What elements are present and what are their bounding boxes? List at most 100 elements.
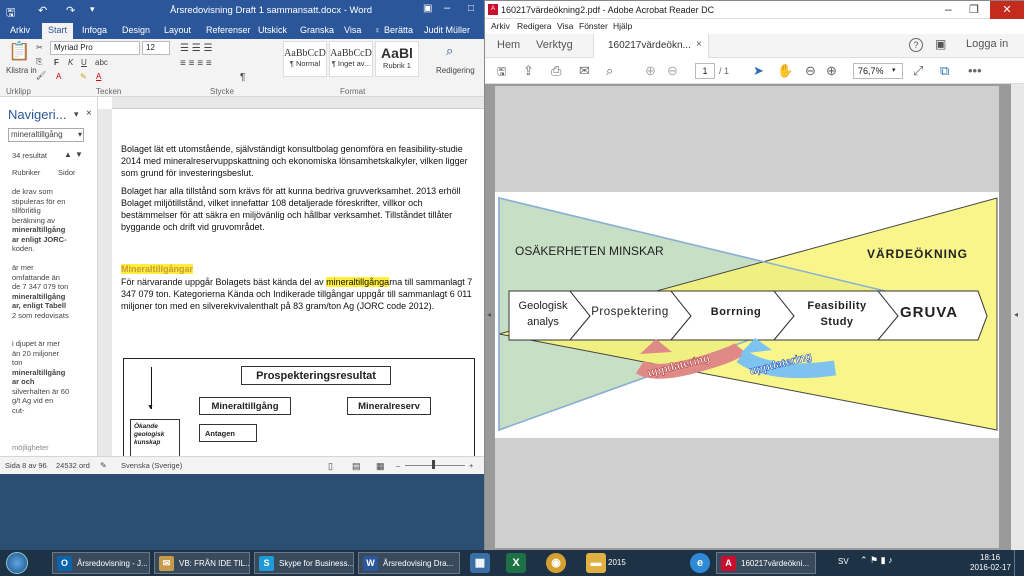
paste-icon[interactable]: 📋 — [8, 41, 30, 62]
result-snippet[interactable]: ar, enligt Tabell — [12, 301, 84, 311]
acrobat-close-icon[interactable]: ✕ — [990, 1, 1024, 19]
folder-icon[interactable]: ▬ — [586, 553, 606, 573]
result-snippet[interactable] — [12, 254, 84, 264]
result-snippet[interactable]: de krav som — [12, 187, 84, 197]
result-snippet[interactable]: omfattande än — [12, 273, 84, 283]
tab-hem[interactable]: Hem — [497, 39, 520, 51]
result-snippet[interactable]: än 20 miljoner — [12, 349, 84, 359]
search-dropdown-icon[interactable]: ▾ — [78, 130, 82, 139]
taskbar-item[interactable]: S Skype for Business... — [254, 552, 354, 574]
result-snippet[interactable]: i djupet är mer — [12, 339, 84, 349]
redo-icon[interactable]: ↷ — [66, 4, 75, 17]
search-input[interactable]: mineraltillgång — [8, 128, 84, 142]
editing-button[interactable]: Redigering — [436, 66, 475, 75]
page-number-input[interactable]: 1 — [695, 63, 715, 79]
minimize-icon[interactable]: – — [444, 2, 450, 14]
more-tools-icon[interactable]: ••• — [968, 63, 982, 78]
tab-document[interactable]: 160217värdeökn... — [593, 34, 709, 58]
print-icon[interactable]: ⎙ — [551, 63, 561, 79]
clock-date[interactable]: 2016-02-17 — [970, 563, 1011, 572]
tray-icons[interactable]: ⌃ ⚑ ▮ ♪ — [860, 555, 893, 566]
bold-icon[interactable]: F — [54, 58, 59, 67]
style-heading1[interactable]: AaBl Rubrik 1 — [375, 41, 419, 77]
login-link[interactable]: Logga in — [966, 38, 1008, 50]
tab-design[interactable]: Design — [122, 25, 150, 35]
tell-me-box[interactable]: Berätta — [384, 25, 413, 35]
tab-close-icon[interactable]: × — [696, 39, 702, 50]
read-mode-icon[interactable]: ▯ — [328, 461, 333, 472]
menu-arkiv[interactable]: Arkiv — [491, 21, 510, 31]
result-snippet[interactable]: mineraltillgång — [12, 368, 84, 378]
result-snippet[interactable]: mineraltillgång — [12, 292, 84, 302]
align-icons[interactable]: ≡ ≡ ≡ ≡ — [180, 58, 212, 69]
menu-visa[interactable]: Visa — [557, 21, 573, 31]
menu-hjalp[interactable]: Hjälp — [613, 21, 632, 31]
zoom-dropdown-icon[interactable]: ▾ — [892, 66, 896, 74]
zoom-slider[interactable] — [405, 465, 465, 466]
font-size-box[interactable]: 12 — [142, 41, 170, 55]
pdf-viewport[interactable]: OSÄKERHETEN MINSKAR VÄRDEÖKNING Geologis… — [485, 84, 1024, 551]
result-snippet[interactable]: beräkning av — [12, 216, 84, 226]
cut-icon[interactable]: ✂ — [36, 43, 43, 52]
language-indicator[interactable]: Svenska (Sverige) — [121, 461, 182, 470]
menu-redigera[interactable]: Redigera — [517, 21, 552, 31]
print-layout-icon[interactable]: ▤ — [352, 461, 361, 472]
excel-icon[interactable]: X — [506, 553, 526, 573]
result-snippet[interactable]: tillförlitlig — [12, 206, 84, 216]
upload-icon[interactable]: ⇪ — [523, 63, 534, 79]
result-snippet[interactable]: ton — [12, 358, 84, 368]
tab-start[interactable]: Start — [42, 23, 74, 39]
font-name-box[interactable]: Myriad Pro — [50, 41, 140, 55]
page-indicator[interactable]: Sida 8 av 96 — [5, 461, 47, 470]
result-snippet[interactable]: 2 som redovisats — [12, 311, 84, 321]
start-button[interactable] — [6, 552, 28, 574]
acrobat-maximize-icon[interactable]: ❐ — [969, 3, 979, 16]
style-no-spacing[interactable]: AaBbCcD ¶ Inget av... — [329, 41, 373, 77]
right-panel-toggle-icon[interactable]: ◂ — [1014, 310, 1018, 319]
email-icon[interactable]: ✉ — [579, 63, 590, 79]
tab-verktyg[interactable]: Verktyg — [536, 39, 573, 51]
nav-options-icon[interactable]: ▾ — [74, 109, 79, 120]
tab-arkiv[interactable]: Arkiv — [10, 25, 30, 35]
chrome-icon[interactable]: ◉ — [546, 553, 566, 573]
mobile-link-icon[interactable]: ▣ — [935, 37, 946, 51]
tab-headings[interactable]: Rubriker — [12, 168, 40, 177]
tab-utskick[interactable]: Utskick — [258, 25, 287, 35]
tab-layout[interactable]: Layout — [164, 25, 191, 35]
fit-page-icon[interactable]: ⤢ — [913, 63, 923, 79]
zoom-out-icon[interactable]: ⊖ — [805, 63, 816, 79]
taskbar-item[interactable]: O Årsredovisning - J... — [52, 552, 150, 574]
taskbar-item[interactable]: W Årsredovising Dra... — [358, 552, 460, 574]
proofing-icon[interactable]: ✎ — [100, 461, 107, 470]
find-icon[interactable]: ⌕ — [446, 43, 453, 59]
word-count[interactable]: 24532 ord — [56, 461, 90, 470]
save-icon[interactable]: 🖫 — [6, 4, 15, 23]
result-snippet[interactable] — [12, 330, 84, 340]
result-snippet[interactable]: cut- — [12, 406, 84, 416]
next-result-icon[interactable]: ▼ — [75, 150, 83, 159]
maximize-icon[interactable]: □ — [468, 3, 474, 14]
tab-referenser[interactable]: Referenser — [206, 25, 251, 35]
help-icon[interactable]: ? — [909, 38, 923, 52]
result-snippet[interactable]: silverhalten är 60 — [12, 387, 84, 397]
text-effects-icon[interactable]: A — [56, 72, 61, 81]
zoom-out-icon[interactable]: – — [396, 461, 400, 470]
format-painter-icon[interactable]: 🖌 — [36, 71, 46, 80]
nav-close-icon[interactable]: × — [86, 108, 92, 119]
result-snippet[interactable]: koden. — [12, 244, 84, 254]
bullets-icon[interactable]: ☰ ☰ ☰ — [180, 43, 212, 54]
customize-quick-access-icon[interactable]: ▾ — [90, 4, 95, 15]
search-icon[interactable]: ⌕ — [606, 63, 613, 79]
tab-visa[interactable]: Visa — [344, 25, 361, 35]
italic-icon[interactable]: K — [68, 58, 73, 67]
result-snippet[interactable]: g/t Ag vid en — [12, 396, 84, 406]
paste-button[interactable]: Klistra in — [6, 66, 37, 75]
internet-explorer-icon[interactable]: e — [690, 553, 710, 573]
zoom-slider-thumb[interactable] — [432, 460, 435, 469]
hand-tool-icon[interactable]: ✋ — [777, 63, 793, 79]
left-panel-toggle-icon[interactable]: ◂ — [487, 310, 491, 319]
taskbar-item[interactable]: A 160217värdeökni... — [716, 552, 816, 574]
result-snippet[interactable]: stipuleras för en — [12, 197, 84, 207]
next-page-icon[interactable]: ⊖ — [667, 63, 678, 79]
tab-pages[interactable]: Sidor — [58, 168, 76, 177]
